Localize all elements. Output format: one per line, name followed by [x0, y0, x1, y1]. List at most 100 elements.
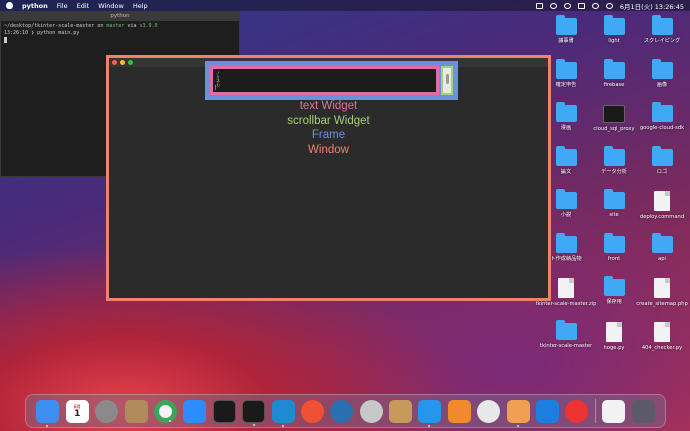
desktop-icon-label: 漫画 — [560, 125, 572, 131]
desktop-icon[interactable]: tkinter-scale-master.zip — [536, 277, 596, 321]
desktop-icon[interactable]: google-cloud-sdk — [638, 102, 686, 147]
vscode-icon[interactable] — [271, 399, 295, 427]
desktop-icon[interactable]: 論文 — [542, 145, 590, 191]
desktop-icons: 議事書 light スクレイピング確定申告 firebase 画像漫画 cloud_sql… — [536, 15, 690, 365]
apple-icon[interactable] — [6, 2, 13, 9]
menu-edit[interactable]: Edit — [77, 2, 90, 10]
tk-window[interactable]: ノミネカ text Widget scrollbar Widget Frame … — [106, 55, 551, 301]
status-icon[interactable] — [549, 2, 557, 9]
status-icon[interactable] — [563, 2, 571, 9]
infinity-app-icon[interactable] — [536, 399, 560, 423]
terminal-output[interactable]: ~/desktop/tkinter-scale-master on master… — [1, 21, 239, 47]
folder-icon — [555, 15, 577, 35]
sequel-pro-icon[interactable] — [359, 399, 383, 423]
folder-icon — [651, 232, 673, 253]
desktop-icon[interactable]: ト作成納品物 — [542, 232, 590, 278]
minimize-button[interactable] — [120, 60, 125, 65]
zoom-button[interactable] — [128, 60, 133, 65]
sourcetree-icon[interactable] — [447, 399, 471, 423]
menu-bar: python File Edit Window Help 6月1日(火) 13:… — [0, 0, 690, 11]
desktop-icon[interactable]: 小説 — [542, 189, 590, 234]
folder-icon — [555, 145, 577, 166]
calendar-day: 1 — [74, 408, 81, 419]
text-widget[interactable]: ノミネカ — [210, 66, 439, 95]
terminal-title[interactable]: python — [1, 12, 239, 21]
desktop-icon[interactable]: firebase — [590, 58, 638, 104]
desktop-icon[interactable]: api — [638, 232, 686, 278]
label-text-widget: text Widget — [299, 100, 358, 112]
prompt-on: on — [97, 23, 104, 29]
prompt-via: via — [127, 23, 137, 29]
wifi-icon[interactable] — [591, 2, 599, 9]
finder-icon[interactable] — [36, 399, 60, 427]
desktop-icon[interactable]: site — [590, 189, 638, 234]
desktop-icon[interactable]: 議事書 — [542, 15, 590, 60]
folder-icon — [555, 58, 577, 79]
desktop-icon[interactable]: データ分析 — [590, 145, 638, 191]
desktop-icon[interactable]: 404_checker.py — [638, 321, 686, 365]
doc-icon — [654, 321, 670, 342]
prompt-arrow: ❯ — [31, 30, 35, 36]
desktop-icon-label: ロゴ — [656, 168, 668, 175]
document-icon[interactable] — [602, 399, 626, 423]
folder-icon — [603, 276, 625, 296]
desktop-icon-label: front — [607, 255, 621, 262]
dock: 6月 1 — [25, 394, 666, 428]
desktop-icon-label: google-cloud-sdk — [639, 125, 685, 131]
search-icon[interactable] — [605, 2, 613, 9]
notes-app-icon[interactable] — [506, 399, 530, 427]
swift-icon[interactable] — [300, 399, 324, 423]
desktop-icon[interactable]: ロゴ — [638, 145, 686, 191]
quicktime-icon[interactable] — [330, 399, 354, 423]
desktop-icon[interactable]: light — [590, 15, 638, 60]
desktop-icon[interactable]: tkinter-scale-master — [540, 319, 592, 365]
desktop-icon[interactable]: front — [590, 232, 638, 278]
desktop-icon-label: hoge.py — [603, 344, 625, 351]
battery-icon[interactable] — [577, 2, 585, 9]
terminal-icon[interactable] — [242, 399, 266, 426]
desktop-icon[interactable]: 画像 — [638, 58, 686, 104]
folder-icon — [651, 102, 673, 122]
desktop-icon[interactable]: cloud_sql_proxy — [590, 103, 638, 147]
desktop-icon-label: 確定申告 — [555, 81, 577, 88]
close-button[interactable] — [112, 60, 117, 65]
system-preferences-icon[interactable] — [95, 399, 119, 423]
chrome-icon[interactable] — [153, 399, 177, 423]
desktop-icon[interactable]: 保存用 — [590, 276, 638, 321]
menu-window[interactable]: Window — [98, 2, 124, 10]
contacts-icon[interactable] — [124, 399, 148, 423]
desktop-icon[interactable]: hoge.py — [590, 321, 638, 365]
archive-utility-icon[interactable] — [389, 399, 413, 423]
doc-icon — [606, 321, 622, 342]
desktop-icon[interactable]: 漫画 — [542, 102, 590, 147]
clock-app-icon[interactable] — [565, 399, 589, 423]
desktop-icon-label: 論文 — [560, 168, 572, 175]
trash-icon[interactable] — [631, 399, 655, 423]
doc-icon — [654, 278, 670, 298]
text-caret — [215, 85, 216, 90]
calendar-icon[interactable]: 6月 1 — [65, 399, 89, 423]
dock-separator — [594, 399, 596, 423]
docker-icon[interactable] — [418, 399, 442, 427]
git-branch: master — [106, 23, 125, 29]
desktop-icon[interactable]: スクレイピング — [638, 15, 686, 60]
desktop-icon[interactable]: create_sitemap.php — [636, 277, 688, 321]
desktop-icon[interactable]: 確定申告 — [542, 58, 590, 104]
desktop-icon-label: cloud_sql_proxy — [593, 126, 635, 132]
activity-monitor-icon[interactable] — [212, 399, 236, 423]
scrollbar-thumb[interactable] — [446, 74, 449, 84]
status-area: 6月1日(火) 13:26:45 — [535, 1, 684, 11]
desktop-icon-label: 保存用 — [606, 299, 622, 305]
menu-app-name[interactable]: python — [22, 2, 48, 10]
folder-icon — [603, 58, 625, 79]
status-icon[interactable] — [535, 2, 543, 9]
scrollbar-widget[interactable] — [441, 66, 453, 95]
desktop-icon[interactable]: deploy.command — [638, 190, 686, 234]
menu-help[interactable]: Help — [133, 2, 148, 10]
app-icon[interactable] — [477, 399, 501, 423]
tk-titlebar[interactable]: ノミネカ — [109, 58, 548, 100]
zoom-icon[interactable] — [183, 399, 207, 423]
menubar-clock[interactable]: 6月1日(火) 13:26:45 — [620, 1, 684, 11]
menu-file[interactable]: File — [57, 2, 68, 10]
folder-icon — [603, 15, 625, 35]
